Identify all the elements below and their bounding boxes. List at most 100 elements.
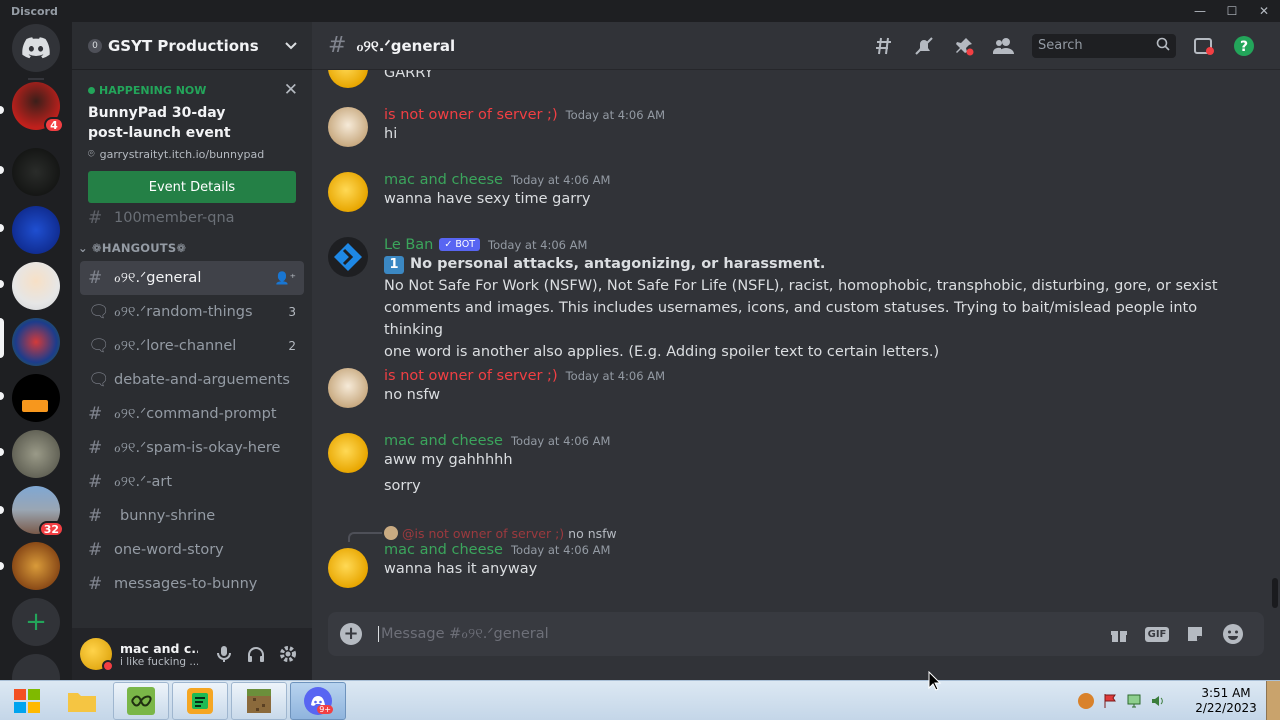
notification-settings-button[interactable] [904,34,944,58]
reply-preview[interactable]: @is not owner of server ;) no nsfw [384,524,1258,542]
server-5[interactable] [12,318,60,366]
network-icon[interactable] [1122,693,1146,709]
channel-partial[interactable]: #100member-qna [80,209,304,227]
message-list: GARRY is not owner of server ;) Today at … [312,70,1270,618]
server-3[interactable] [12,206,60,254]
avatar[interactable] [328,433,368,473]
server-header[interactable]: 0 GSYT Productions [72,22,312,70]
taskbar-minecraft[interactable] [231,681,287,720]
message-author[interactable]: mac and cheese [384,433,503,449]
dnd-status-icon [102,660,114,672]
message-text: one word is another also applies. (E.g. … [384,344,940,360]
clock[interactable]: 3:51 AM 2/22/2023 [1186,686,1266,716]
search-input[interactable]: Search [1032,33,1176,58]
message-author[interactable]: is not owner of server ;) [384,368,558,384]
threads-button[interactable] [864,34,904,58]
avatar[interactable] [328,107,368,147]
avatar[interactable] [328,548,368,588]
hash-icon: # [88,404,103,424]
add-member-icon[interactable]: 👤⁺ [275,271,296,285]
maximize-button[interactable]: ☐ [1216,0,1248,22]
server-6[interactable] [12,374,60,422]
avatar[interactable] [328,237,368,277]
help-button[interactable]: ? [1224,34,1264,58]
home-button[interactable] [12,24,60,72]
message-timestamp: Today at 4:06 AM [510,173,611,187]
app-title: Discord [11,4,58,18]
headphones-button[interactable] [240,638,272,670]
channel-random-things[interactable]: 🗨 ℴ୨୧.ᐟ random-things 3 [80,295,304,329]
message-author[interactable]: mac and cheese [384,542,503,558]
message-text: comments and images. This includes usern… [384,300,1198,338]
message-timestamp: Today at 4:06 AM [565,108,666,122]
message-text: no nsfw [384,387,441,403]
attach-button[interactable]: + [340,623,362,645]
bell-muted-icon [915,36,933,55]
channel-messages-to-bunny[interactable]: # messages-to-bunny [80,567,304,601]
hash-icon: # [88,574,103,594]
inbox-button[interactable] [1184,34,1224,58]
member-list-button[interactable] [984,34,1024,58]
hash-icon: # [88,472,103,492]
avatar[interactable] [328,172,368,212]
message-input[interactable]: Message #ℴ୨୧.ᐟgeneral [378,626,1100,642]
channel-lore-channel[interactable]: 🗨 ℴ୨୧.ᐟ lore-channel 2 [80,329,304,363]
avatar[interactable] [328,368,368,408]
plus-icon: + [25,607,47,637]
members-icon [993,37,1014,54]
server-1[interactable]: 4 [12,82,64,133]
taskbar-discord[interactable]: 9+ [290,681,346,720]
channel-one-word-story[interactable]: # one-word-story [80,533,304,567]
avatar[interactable] [80,638,114,672]
taskbar-app-1[interactable] [113,681,169,720]
gift-button[interactable] [1100,624,1138,644]
server-2[interactable] [12,148,60,196]
clock-time: 3:51 AM [1201,685,1251,700]
channel-debate-and-arguements[interactable]: 🗨 debate-and-arguements [80,363,304,397]
settings-button[interactable] [272,638,304,670]
location-pin-icon: ⌾ [88,147,95,160]
tray-app-icon[interactable] [1074,692,1098,709]
event-details-button[interactable]: Event Details [88,171,296,203]
reply-spine [348,532,382,542]
sticker-button[interactable] [1176,624,1214,644]
avatar[interactable] [328,70,368,88]
username: mac and c... [120,640,198,656]
start-button[interactable] [3,682,51,720]
channel-general[interactable]: # ℴ୨୧.ᐟ general 👤⁺ [80,261,304,295]
server-7[interactable] [12,430,60,478]
message: @is not owner of server ;) no nsfw mac a… [328,524,1258,588]
message-author[interactable]: Le Ban [384,237,433,253]
channel-bunny-shrine[interactable]: # bunny-shrine [80,499,304,533]
volume-icon[interactable] [1146,693,1170,709]
server-9[interactable] [12,542,60,590]
flag-icon[interactable] [1098,693,1122,709]
category-hangouts[interactable]: ⌄ ❁ ﻿HANGOUTS ❁ [72,235,312,261]
unread-pip [0,106,4,114]
add-server-button[interactable]: + [12,598,60,646]
message-text: wanna have sexy time garry [384,191,591,207]
channel-command-prompt[interactable]: # ℴ୨୧.ᐟ command-prompt [80,397,304,431]
server-8[interactable]: 32 [12,486,64,537]
channel-art[interactable]: # ℴ୨୧.ᐟ -art [80,465,304,499]
show-desktop-button[interactable] [1266,680,1280,720]
channel-spam-is-okay-here[interactable]: # ℴ୨୧.ᐟ spam-is-okay-here [80,431,304,465]
forum-icon: 🗨 [88,370,110,390]
minimize-button[interactable]: — [1184,0,1216,22]
message-author[interactable]: is not owner of server ;) [384,107,558,123]
close-window-button[interactable]: ✕ [1248,0,1280,22]
pinned-messages-button[interactable] [944,34,984,58]
scrollbar[interactable] [1272,578,1278,608]
gif-button[interactable]: GIF [1138,626,1176,642]
message-author[interactable]: mac and cheese [384,172,503,188]
live-dot-icon [88,87,95,94]
taskbar-file-explorer[interactable] [54,682,110,720]
explore-servers-button[interactable] [12,654,60,680]
taskbar-app-2[interactable] [172,681,228,720]
microphone-button[interactable] [208,638,240,670]
close-event-icon[interactable]: ✕ [284,80,298,100]
emoji-button[interactable] [1214,623,1252,645]
title-bar: Discord — ☐ ✕ [0,0,1280,22]
server-4[interactable] [12,262,60,310]
channel-title: ℴ୨୧.ᐟgeneral [356,36,456,55]
